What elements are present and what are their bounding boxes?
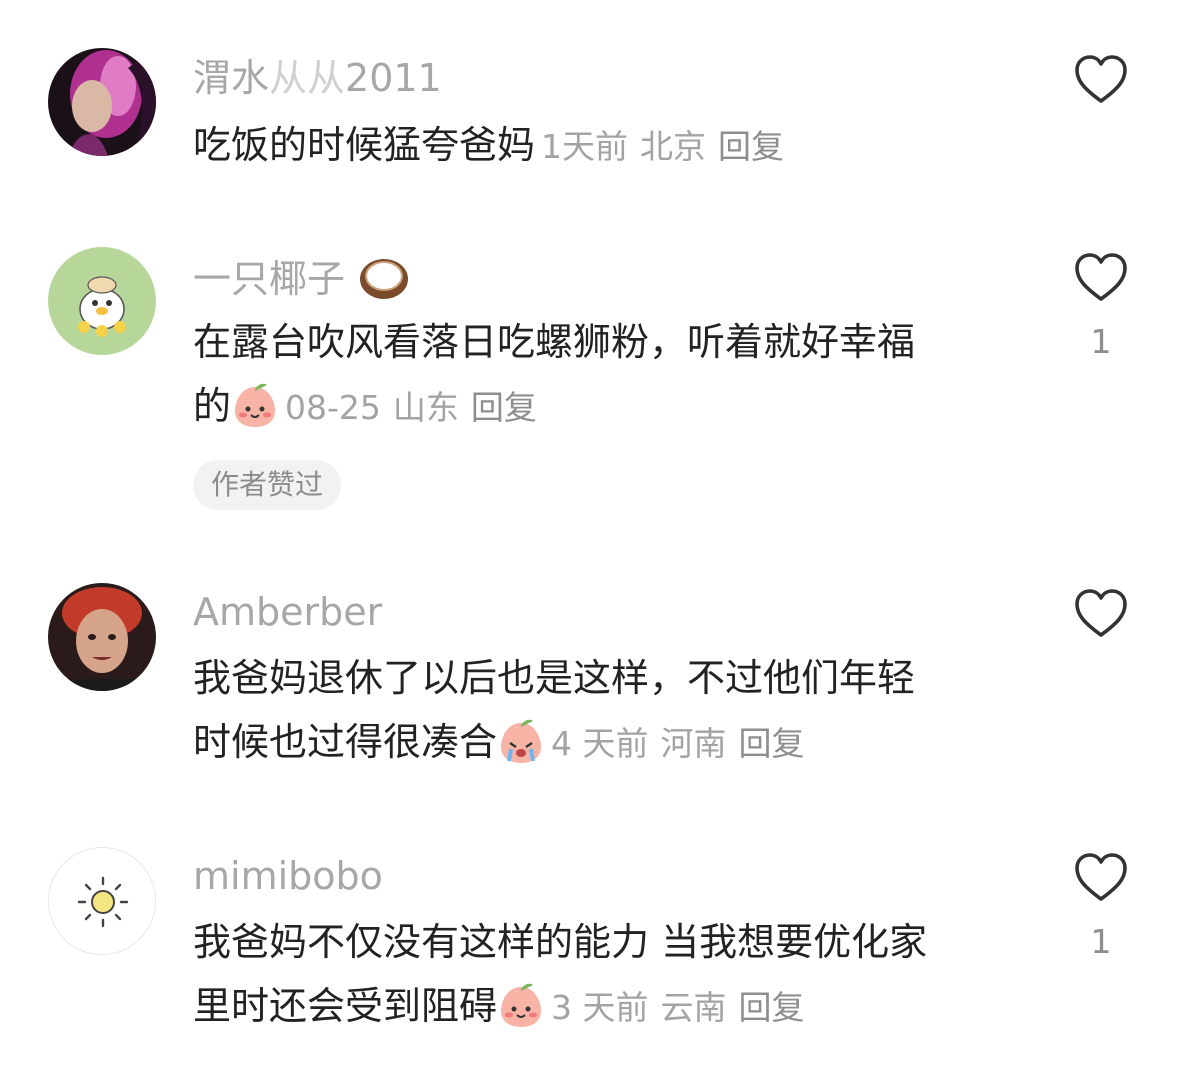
comment-time: 08-25: [285, 388, 381, 427]
reply-button[interactable]: 回复: [739, 724, 805, 763]
comment-meta: 4 天前 河南 回复: [551, 724, 817, 763]
username-text: 一只椰子: [193, 257, 346, 301]
coconut-icon: [360, 259, 409, 299]
comment-text: 吃饭的时候猛夸爸妈 1天前 北京 回复: [193, 113, 993, 179]
like-button[interactable]: [1073, 852, 1129, 904]
comment-text-line: 的 08-25 山东 回复: [193, 374, 993, 440]
comment-text: 我爸妈退休了以后也是这样，不过他们年轻 时候也过得很凑合 4 天前 河南 回复: [193, 646, 993, 776]
username[interactable]: 一只椰子: [193, 252, 411, 304]
comment-location: 河南: [660, 724, 727, 763]
comment-text-tail: 的: [193, 384, 232, 428]
username-suffix: 2011: [345, 56, 442, 100]
comment-location: 云南: [660, 988, 727, 1027]
peach-smile-icon: [501, 983, 542, 1027]
avatar[interactable]: [48, 247, 156, 355]
username[interactable]: Amberber: [193, 587, 382, 637]
comment-text-tail: 里时还会受到阻碍: [193, 984, 498, 1028]
heart-icon: [1075, 55, 1127, 103]
comment-text-line: 在露台吹风看落日吃螺狮粉，听着就好幸福: [193, 320, 916, 364]
avatar-portrait-icon: [48, 583, 156, 691]
comment-time: 1天前: [541, 127, 629, 166]
comment-text-line: 我爸妈不仅没有这样的能力 当我想要优化家: [193, 920, 928, 964]
like-count: 1: [1090, 922, 1112, 961]
reply-button[interactable]: 回复: [471, 388, 537, 427]
duck-avatar-icon: [48, 247, 156, 355]
heart-icon: [1075, 589, 1127, 637]
author-liked-badge: 作者赞过: [193, 460, 342, 510]
comment-meta: 08-25 山东 回复: [285, 388, 549, 427]
sun-icon: [49, 848, 155, 954]
like-button[interactable]: [1073, 252, 1129, 304]
avatar[interactable]: [48, 48, 156, 156]
peach-crying-icon: [501, 719, 542, 763]
comment-text-line: 里时还会受到阻碍 3 天前 云南 回复: [193, 974, 993, 1040]
avatar-portrait-icon: [48, 48, 156, 156]
comment-time: 3 天前: [551, 988, 649, 1027]
comment-time: 4 天前: [551, 724, 649, 763]
comment-text-line: 吃饭的时候猛夸爸妈: [193, 123, 536, 167]
like-button[interactable]: [1073, 54, 1129, 106]
comment-text-line: 我爸妈退休了以后也是这样，不过他们年轻: [193, 656, 916, 700]
peach-smile-icon: [235, 383, 276, 427]
username-text: Amberber: [193, 590, 383, 634]
username[interactable]: 渭水从从2011: [193, 53, 442, 103]
comment-text-line: 时候也过得很凑合 4 天前 河南 回复: [193, 710, 993, 776]
username-blurred-chars: 从从: [269, 56, 346, 100]
comment-text: 我爸妈不仅没有这样的能力 当我想要优化家 里时还会受到阻碍 3 天前 云南 回复: [193, 910, 993, 1040]
reply-button[interactable]: 回复: [718, 127, 784, 166]
comment-location: 北京: [640, 127, 707, 166]
like-button[interactable]: [1073, 588, 1129, 640]
avatar[interactable]: [48, 847, 156, 955]
comment-meta: 3 天前 云南 回复: [551, 988, 817, 1027]
username-text: mimibobo: [193, 854, 383, 898]
username-text: 渭水: [193, 56, 270, 100]
reply-button[interactable]: 回复: [739, 988, 805, 1027]
comment-text-tail: 时候也过得很凑合: [193, 720, 498, 764]
comment-meta: 1天前 北京 回复: [541, 127, 796, 166]
comment-text: 在露台吹风看落日吃螺狮粉，听着就好幸福 的 08-25 山东 回复: [193, 310, 993, 440]
heart-icon: [1075, 853, 1127, 901]
username[interactable]: mimibobo: [193, 851, 383, 901]
avatar[interactable]: [48, 583, 156, 691]
comment-location: 山东: [392, 388, 459, 427]
like-count: 1: [1090, 322, 1112, 361]
heart-icon: [1075, 253, 1127, 301]
